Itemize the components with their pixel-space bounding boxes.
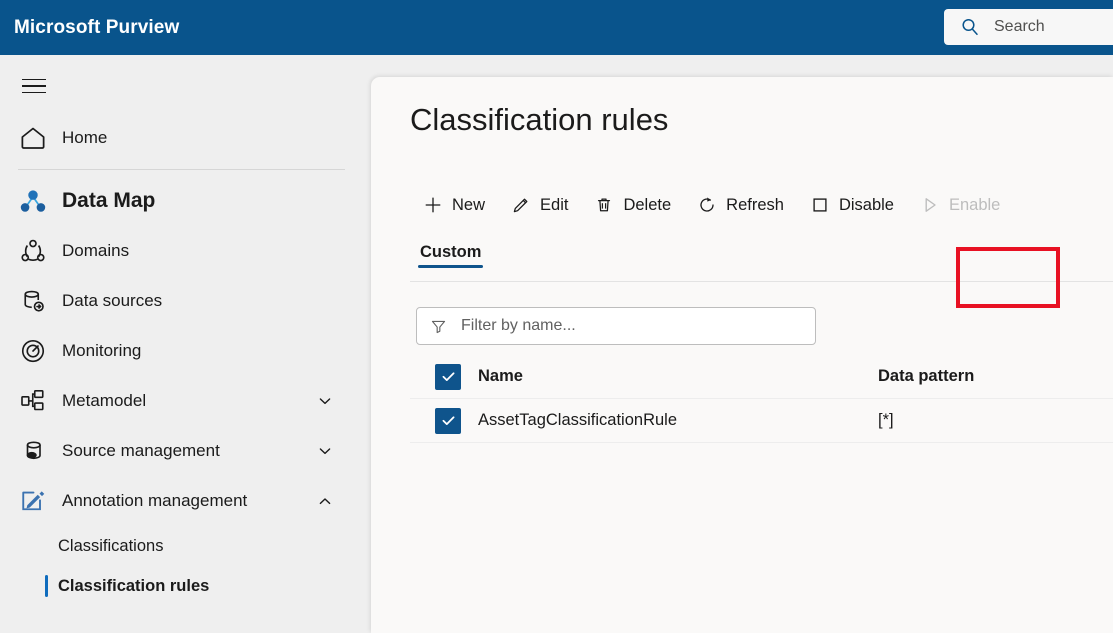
trash-icon bbox=[594, 195, 614, 215]
page-title: Classification rules bbox=[410, 102, 668, 138]
cell-data-pattern: [*] bbox=[878, 411, 1113, 430]
select-all-cell bbox=[410, 364, 478, 390]
search-icon bbox=[960, 17, 980, 37]
hamburger-bar bbox=[22, 79, 46, 81]
sidebar-item-label: Monitoring bbox=[62, 341, 141, 361]
refresh-icon bbox=[697, 195, 717, 215]
sidebar-item-home[interactable]: Home bbox=[0, 113, 371, 163]
row-checkbox[interactable] bbox=[435, 408, 461, 434]
app-brand-title: Microsoft Purview bbox=[14, 17, 179, 39]
sidebar-item-classifications[interactable]: Classifications bbox=[0, 526, 371, 566]
sidebar-item-data-sources[interactable]: Data sources bbox=[0, 276, 371, 326]
data-map-icon bbox=[18, 186, 48, 216]
chevron-down-icon[interactable] bbox=[317, 443, 333, 459]
refresh-button-label: Refresh bbox=[726, 196, 784, 215]
home-icon bbox=[18, 123, 48, 153]
sidebar-item-label: Domains bbox=[62, 241, 129, 261]
sidebar-item-label: Metamodel bbox=[62, 391, 146, 411]
cell-rule-name: AssetTagClassificationRule bbox=[478, 411, 878, 430]
sidebar-item-label: Annotation management bbox=[62, 491, 247, 511]
filter-input[interactable] bbox=[459, 316, 789, 336]
hamburger-bar bbox=[22, 92, 46, 94]
global-search-box[interactable] bbox=[944, 9, 1113, 45]
hamburger-icon[interactable] bbox=[18, 69, 54, 103]
chevron-down-icon[interactable] bbox=[317, 393, 333, 409]
sidebar-item-data-map[interactable]: Data Map bbox=[0, 176, 371, 226]
tab-strip: Custom bbox=[410, 237, 1113, 282]
nav-list: Home Data Map bbox=[0, 113, 371, 606]
refresh-button[interactable]: Refresh bbox=[684, 182, 797, 228]
filter-icon bbox=[430, 318, 447, 335]
tab-custom[interactable]: Custom bbox=[410, 237, 491, 262]
source-management-icon bbox=[18, 436, 48, 466]
new-button[interactable]: New bbox=[410, 182, 498, 228]
sidebar-item-annotation-management[interactable]: Annotation management bbox=[0, 476, 371, 526]
sidebar-item-label: Source management bbox=[62, 441, 220, 461]
monitoring-icon bbox=[18, 336, 48, 366]
sidebar-subitem-label: Classification rules bbox=[58, 577, 209, 596]
nav-divider bbox=[18, 169, 345, 170]
play-icon bbox=[920, 195, 940, 215]
classification-rules-table: Name Data pattern AssetTagClassification… bbox=[410, 355, 1113, 443]
data-sources-icon bbox=[18, 286, 48, 316]
edit-button[interactable]: Edit bbox=[498, 182, 581, 228]
table-header-row: Name Data pattern bbox=[410, 355, 1113, 399]
column-header-data-pattern[interactable]: Data pattern bbox=[878, 367, 1113, 386]
delete-button[interactable]: Delete bbox=[581, 182, 684, 228]
new-button-label: New bbox=[452, 196, 485, 215]
main-content-panel: Classification rules New bbox=[371, 77, 1113, 633]
filter-by-name-box[interactable] bbox=[416, 307, 816, 345]
sidebar-item-monitoring[interactable]: Monitoring bbox=[0, 326, 371, 376]
chevron-up-icon[interactable] bbox=[317, 493, 333, 509]
top-header-bar: Microsoft Purview bbox=[0, 0, 1113, 55]
search-input[interactable] bbox=[992, 17, 1113, 37]
sidebar-item-classification-rules[interactable]: Classification rules bbox=[0, 566, 371, 606]
select-all-checkbox[interactable] bbox=[435, 364, 461, 390]
enable-button-label: Enable bbox=[949, 196, 1000, 215]
plus-icon bbox=[423, 195, 443, 215]
column-header-name[interactable]: Name bbox=[478, 367, 878, 386]
row-select-cell bbox=[410, 408, 478, 434]
square-icon bbox=[810, 195, 830, 215]
disable-button-label: Disable bbox=[839, 196, 894, 215]
sidebar-item-source-management[interactable]: Source management bbox=[0, 426, 371, 476]
disable-button[interactable]: Disable bbox=[797, 182, 907, 228]
annotation-management-icon bbox=[18, 486, 48, 516]
sidebar-item-label: Data sources bbox=[62, 291, 162, 311]
selected-indicator bbox=[45, 575, 48, 597]
enable-button: Enable bbox=[907, 182, 1013, 228]
edit-button-label: Edit bbox=[540, 196, 568, 215]
delete-button-label: Delete bbox=[623, 196, 671, 215]
domains-icon bbox=[18, 236, 48, 266]
sidebar-item-label: Home bbox=[62, 128, 107, 148]
hamburger-bar bbox=[22, 85, 46, 87]
sidebar-item-label: Data Map bbox=[62, 189, 155, 213]
pencil-icon bbox=[511, 195, 531, 215]
sidebar-item-domains[interactable]: Domains bbox=[0, 226, 371, 276]
metamodel-icon bbox=[18, 386, 48, 416]
command-toolbar: New Edit bbox=[410, 182, 1013, 228]
sidebar-subitem-label: Classifications bbox=[58, 537, 163, 556]
left-navigation: Home Data Map bbox=[0, 55, 371, 633]
sidebar-item-metamodel[interactable]: Metamodel bbox=[0, 376, 371, 426]
app-root: Microsoft Purview bbox=[0, 0, 1113, 633]
table-row[interactable]: AssetTagClassificationRule [*] bbox=[410, 399, 1113, 443]
tab-label: Custom bbox=[420, 243, 481, 261]
